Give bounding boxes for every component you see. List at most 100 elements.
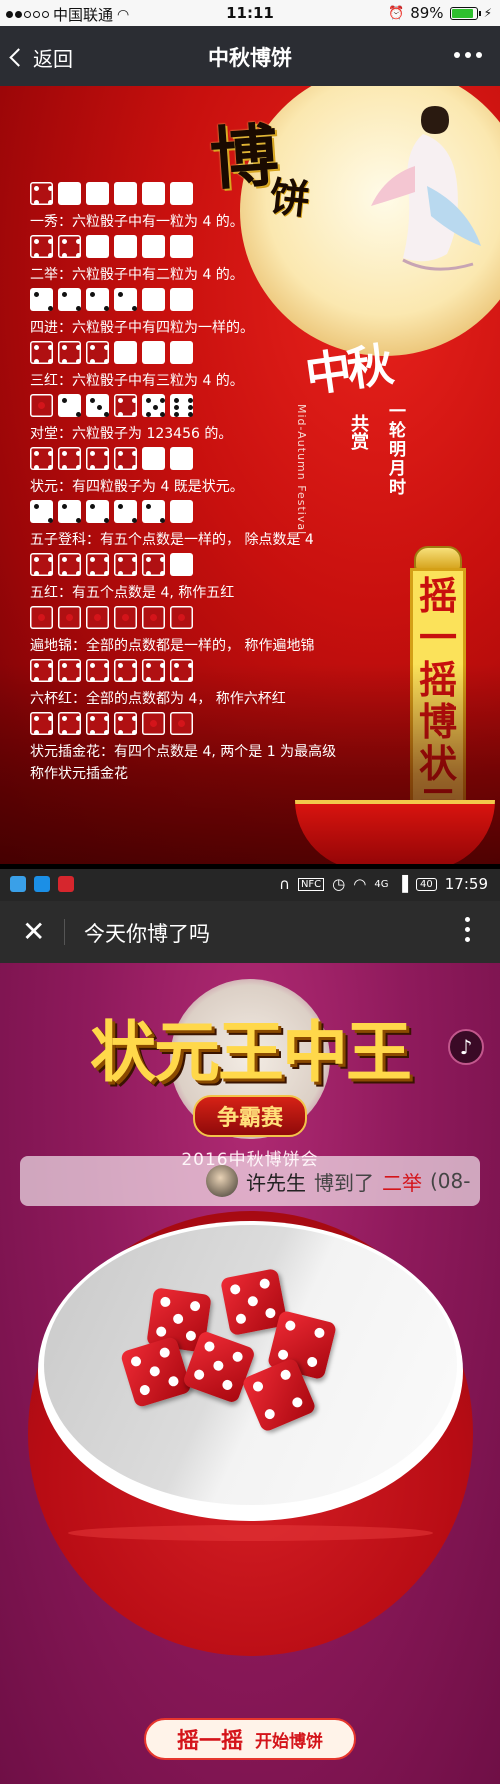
rule-text: 四进：六粒骰子中有四粒为一样的。 [30, 320, 254, 336]
rule-item: 三红：六粒骰子中有三粒为 4 的。 [30, 341, 370, 394]
rule-item: 五子登科：有五个点数是一样的， 除点数是 4 [30, 500, 370, 553]
die-blank [170, 235, 193, 258]
die-face-1 [30, 394, 53, 417]
shake-start-button[interactable]: 摇一摇 开始博饼 [144, 1718, 356, 1760]
die-blank [114, 235, 137, 258]
die-blank [142, 182, 165, 205]
signal-icon: ▐ [396, 875, 409, 893]
die-blank [170, 341, 193, 364]
die-face-4 [30, 659, 53, 682]
die-face-4 [30, 341, 53, 364]
more-icon[interactable] [465, 917, 470, 942]
die-face-1 [170, 606, 193, 629]
ticker-time: (08- [430, 1169, 471, 1193]
rule-text: 三红：六粒骰子中有三粒为 4 的。 [30, 373, 244, 389]
die-face-2 [142, 500, 165, 523]
game-screen: ∩ NFC ◷ ◠ 4G ▐ 40 17:59 ✕ 今天你博了吗 状元王中王 争… [0, 869, 500, 1784]
die-face-4 [114, 394, 137, 417]
rule-item: 二举：六粒骰子中有二粒为 4 的。 [30, 235, 370, 288]
battery-icon: 40 [416, 877, 437, 891]
rule-item: 五红：有五个点数是 4, 称作五红 [30, 553, 370, 606]
die-face-4 [142, 553, 165, 576]
status-time: 17:59 [444, 875, 488, 893]
alarm-icon: ◷ [332, 875, 346, 893]
rule-item: 一秀：六粒骰子中有一粒为 4 的。 [30, 182, 370, 235]
die-face-2 [86, 288, 109, 311]
music-icon[interactable]: ♪ [448, 1029, 484, 1065]
rule-dice-row [30, 659, 370, 682]
ticker-row: 许先生 博到了 二举 (08- [206, 1165, 470, 1197]
die-face-2 [30, 500, 53, 523]
rule-text: 状元插金花：有四个点数是 4, 两个是 1 为最高级 [30, 744, 337, 760]
wifi-icon: ◠ [353, 875, 367, 893]
die-blank [170, 500, 193, 523]
rule-dice-row [30, 447, 370, 470]
die-face-4 [114, 447, 137, 470]
die-face-6 [170, 394, 193, 417]
nav-bar: 返回 中秋博饼 [0, 26, 500, 86]
close-icon[interactable]: ✕ [22, 915, 45, 948]
die-face-2 [58, 500, 81, 523]
die-face-2 [30, 288, 53, 311]
rules-list: 一秀：六粒骰子中有一粒为 4 的。二举：六粒骰子中有二粒为 4 的。四进：六粒骰… [30, 182, 370, 782]
page-title: 中秋博饼 [208, 46, 292, 70]
rule-text: 五红：有五个点数是 4, 称作五红 [30, 585, 235, 601]
fairy-illustration [371, 106, 481, 271]
die-blank [170, 288, 193, 311]
status-right-2: ∩ NFC ◷ ◠ 4G ▐ 40 17:59 [279, 875, 488, 893]
rule-text-2: 称作状元插金花 [30, 766, 128, 782]
status-bar-2: ∩ NFC ◷ ◠ 4G ▐ 40 17:59 [0, 869, 500, 901]
rule-dice-row [30, 606, 370, 629]
rule-dice-row [30, 288, 370, 311]
die-face-4 [86, 659, 109, 682]
die-face-5 [142, 394, 165, 417]
rule-dice-row [30, 235, 370, 258]
die-face-4 [58, 659, 81, 682]
more-icon[interactable] [454, 52, 482, 58]
die-face-4 [114, 553, 137, 576]
rule-dice-row [30, 182, 370, 205]
rule-dice-row [30, 500, 370, 523]
rule-item: 对堂：六粒骰子为 123456 的。 [30, 394, 370, 447]
die-face-4 [114, 712, 137, 735]
die-face-4 [58, 341, 81, 364]
rule-item: 状元插金花：有四个点数是 4, 两个是 1 为最高级 称作状元插金花 [30, 712, 370, 782]
shake-label: 摇一摇 [176, 1729, 243, 1754]
nfc-icon: NFC [297, 877, 325, 891]
die-face-2 [58, 394, 81, 417]
die-blank [86, 235, 109, 258]
die-face-4 [114, 659, 137, 682]
huawei-icon [58, 876, 74, 892]
die-blank [114, 182, 137, 205]
hero-title: 状元王中王 [90, 1013, 412, 1091]
rule-text: 状元：有四粒骰子为 4 既是状元。 [30, 479, 244, 495]
rule-item: 四进：六粒骰子中有四粒为一样的。 [30, 288, 370, 341]
battery-percent: 89% [410, 4, 444, 22]
die-face-1 [86, 606, 109, 629]
die-face-4 [86, 447, 109, 470]
die-face-4 [142, 659, 165, 682]
die-face-4 [58, 235, 81, 258]
die-face-4 [30, 182, 53, 205]
rule-text: 一秀：六粒骰子中有一粒为 4 的。 [30, 214, 244, 230]
die-blank [142, 447, 165, 470]
rule-dice-row [30, 341, 370, 364]
message-icon [10, 876, 26, 892]
rule-text: 对堂：六粒骰子为 123456 的。 [30, 426, 233, 442]
die-face-3 [86, 394, 109, 417]
rule-dice-row [30, 712, 370, 735]
die-blank [170, 447, 193, 470]
die-face-1 [30, 606, 53, 629]
die-face-4 [170, 659, 193, 682]
die-face-2 [114, 500, 137, 523]
alarm-icon: ⏰ [388, 5, 405, 21]
hero-badge: 争霸赛 [192, 1095, 307, 1137]
die-blank [58, 182, 81, 205]
battery-icon [449, 6, 481, 20]
die-face-1 [142, 606, 165, 629]
die-face-4 [30, 235, 53, 258]
ticker-result: 二举 [382, 1170, 422, 1195]
avatar [206, 1165, 238, 1197]
die-face-1 [142, 712, 165, 735]
die-face-2 [86, 500, 109, 523]
